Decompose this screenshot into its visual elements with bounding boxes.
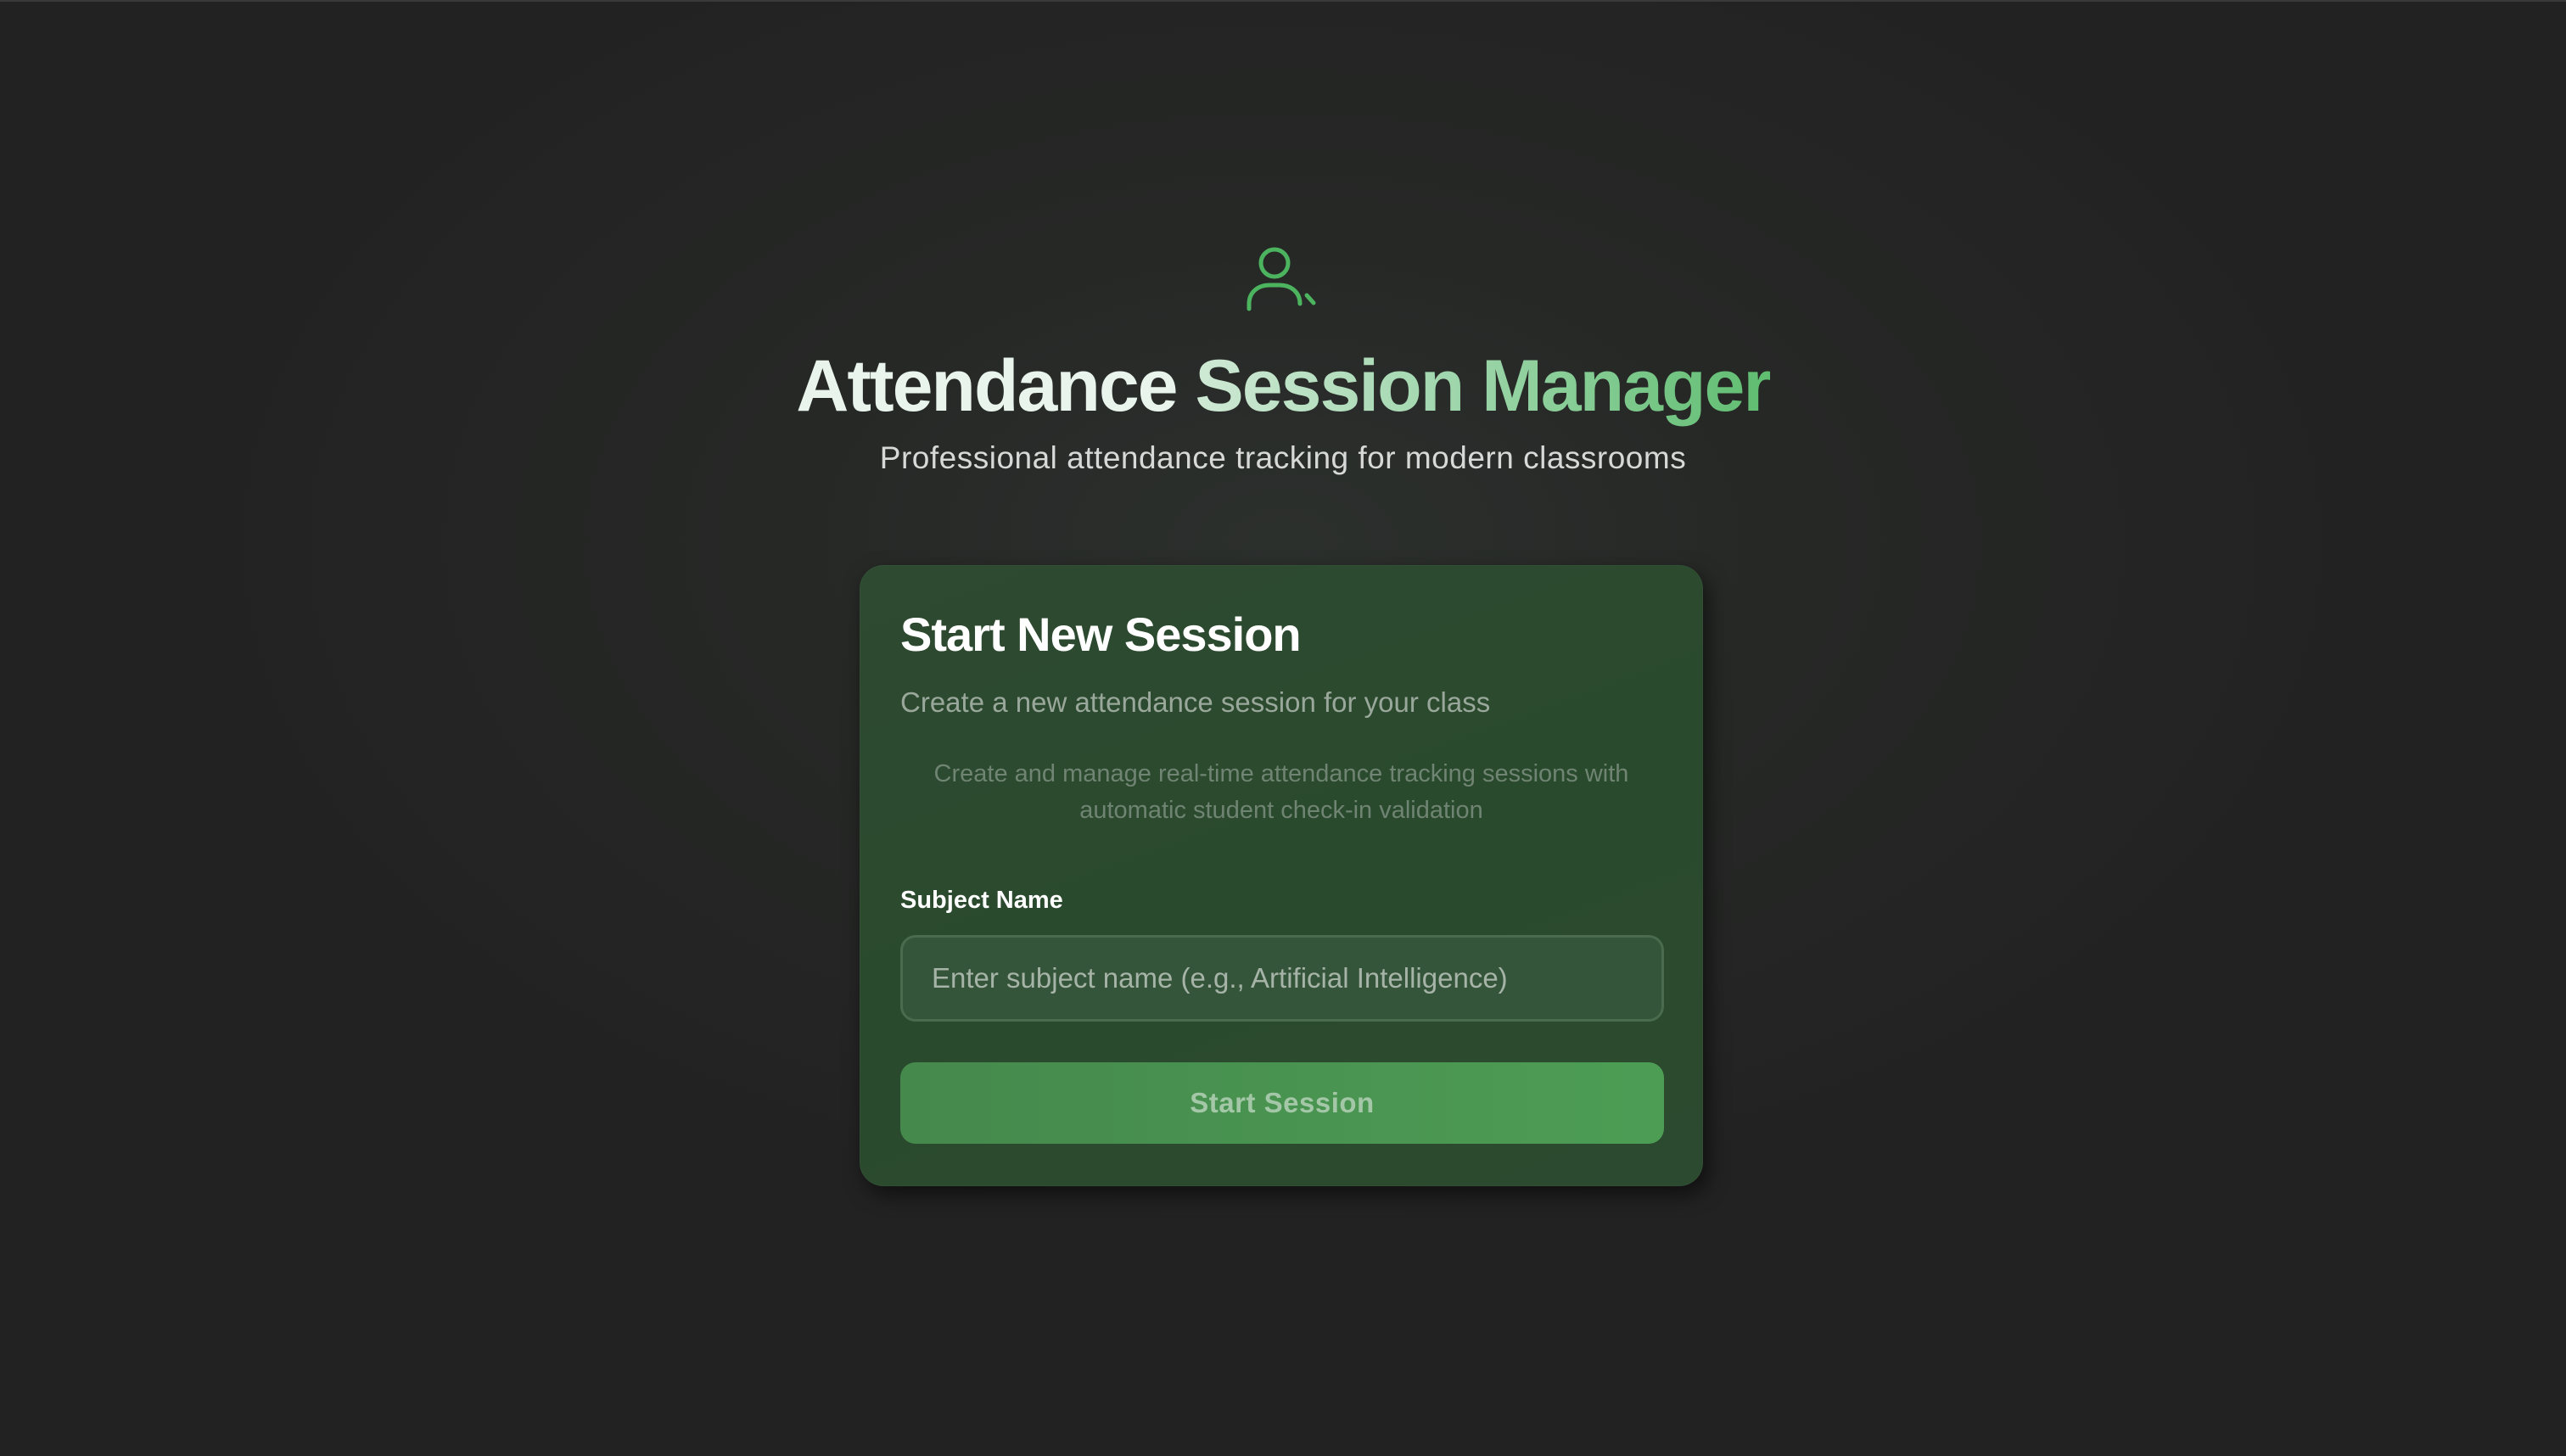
page-title-accent: Session Manager [1195,345,1771,427]
start-session-card: Start New Session Create a new attendanc… [860,565,1703,1186]
page-subtitle: Professional attendance tracking for mod… [879,440,1687,475]
window-top-border [0,0,2566,2]
card-title: Start New Session [900,608,1302,661]
card-info-text: Create and manage real-time attendance t… [933,760,1629,825]
subject-name-input[interactable] [900,935,1664,1022]
subject-name-label: Subject Name [900,887,1063,915]
user-check-icon [1247,247,1316,311]
start-session-button[interactable]: Start Session [900,1062,1664,1145]
page-title: Attendance Session Manager [0,344,2566,428]
page-header: Attendance Session Manager Professional … [0,238,2566,476]
card-description: Create a new attendance session for your… [900,686,1491,719]
page-title-main: Attendance [796,345,1196,427]
